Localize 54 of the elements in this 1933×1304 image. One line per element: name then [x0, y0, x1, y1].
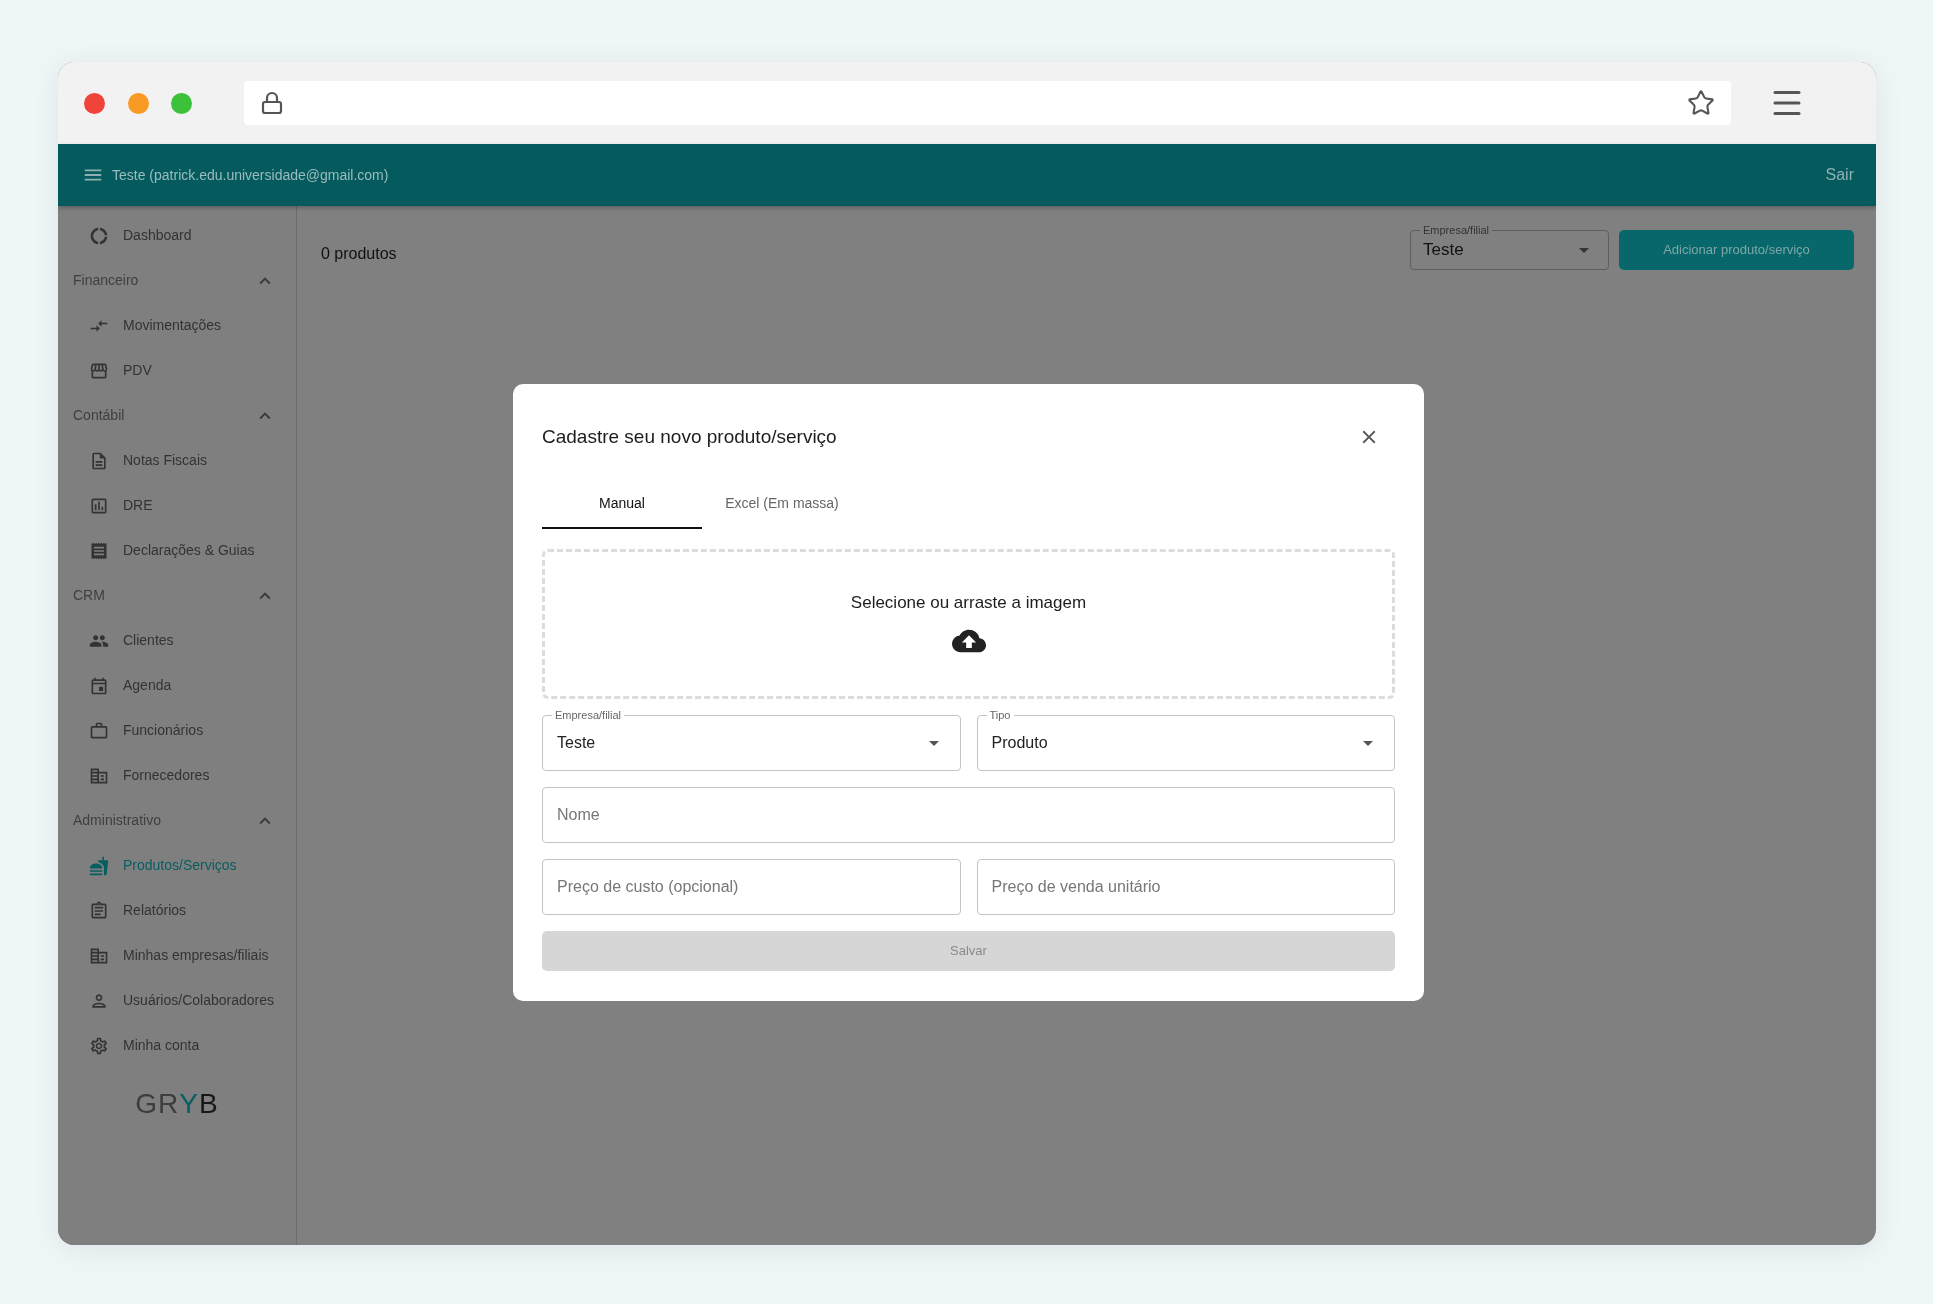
section-header[interactable]: CRM	[58, 573, 296, 618]
sidebar-item[interactable]: Relatórios	[58, 888, 296, 933]
cost-price-field[interactable]: Preço de custo (opcional)	[542, 859, 961, 915]
sidebar-item[interactable]: Usuários/Colaboradores	[58, 978, 296, 1023]
star-icon[interactable]	[1687, 89, 1715, 117]
clipboard-icon	[89, 900, 109, 921]
receipt-icon	[89, 540, 109, 561]
sidebar-item[interactable]: Declarações & Guias	[58, 528, 296, 573]
select-value: Produto	[991, 733, 1048, 753]
logout-link[interactable]: Sair	[1825, 163, 1854, 187]
sidebar-item[interactable]: Clientes	[58, 618, 296, 663]
select-value: Teste	[557, 733, 596, 753]
calendar-icon	[89, 675, 109, 696]
section-header[interactable]: Financeiro	[58, 258, 296, 303]
dropdown-icon	[1363, 740, 1373, 746]
dropzone-label: Selecione ou arraste a imagem	[850, 592, 1087, 615]
dropdown-icon	[928, 740, 939, 746]
sidebar-item[interactable]: Notas Fiscais	[58, 438, 296, 483]
sidebar-item[interactable]: Minha conta	[58, 1023, 296, 1068]
settings-icon	[89, 1035, 109, 1056]
product-count: 0 produtos	[321, 244, 397, 264]
image-dropzone[interactable]: Selecione ou arraste a imagem	[542, 549, 1395, 699]
logo: GRYB	[135, 1090, 219, 1118]
lock-icon	[260, 91, 284, 115]
sidebar-item[interactable]: Movimentações	[58, 303, 296, 348]
donut-icon	[89, 225, 109, 246]
document-icon	[89, 450, 109, 471]
sidebar-item[interactable]: Funcionários	[58, 708, 296, 753]
select-value: Teste	[1423, 239, 1464, 262]
close-window-button[interactable]	[84, 92, 105, 114]
modal-title: Cadastre seu novo produto/serviço	[542, 424, 837, 449]
maximize-window-button[interactable]	[171, 92, 192, 114]
sidebar-item[interactable]: Produtos/Serviços	[58, 843, 296, 888]
sale-price-field[interactable]: Preço de venda unitário	[976, 859, 1395, 915]
dropdown-icon	[1579, 247, 1589, 253]
tab[interactable]: Manual	[542, 485, 702, 529]
user-label: Teste (patrick.edu.universidade@gmail.com)	[112, 165, 389, 185]
sidebar-item[interactable]: PDV	[58, 348, 296, 393]
name-field[interactable]: Nome	[542, 787, 1395, 843]
field-label: Empresa/filial	[1420, 223, 1493, 237]
section-header[interactable]: Contábil	[58, 393, 296, 438]
minimize-window-button[interactable]	[128, 92, 149, 114]
field-label: Empresa/filial	[552, 708, 625, 722]
field-label: Tipo	[986, 708, 1014, 722]
sidebar-item[interactable]: Dashboard	[58, 213, 296, 258]
sidebar-item[interactable]: Agenda	[58, 663, 296, 708]
food-icon	[89, 855, 109, 876]
sidebar-item[interactable]: DRE	[58, 483, 296, 528]
tab[interactable]: Excel (Em massa)	[702, 485, 862, 529]
sidebar-item[interactable]: Fornecedores	[58, 753, 296, 798]
sidebar-item[interactable]: Minhas empresas/filiais	[58, 933, 296, 978]
add-product-button[interactable]: Adicionar produto/serviço	[1619, 230, 1854, 270]
briefcase-icon	[89, 720, 109, 741]
section-header[interactable]: Administrativo	[58, 798, 296, 843]
